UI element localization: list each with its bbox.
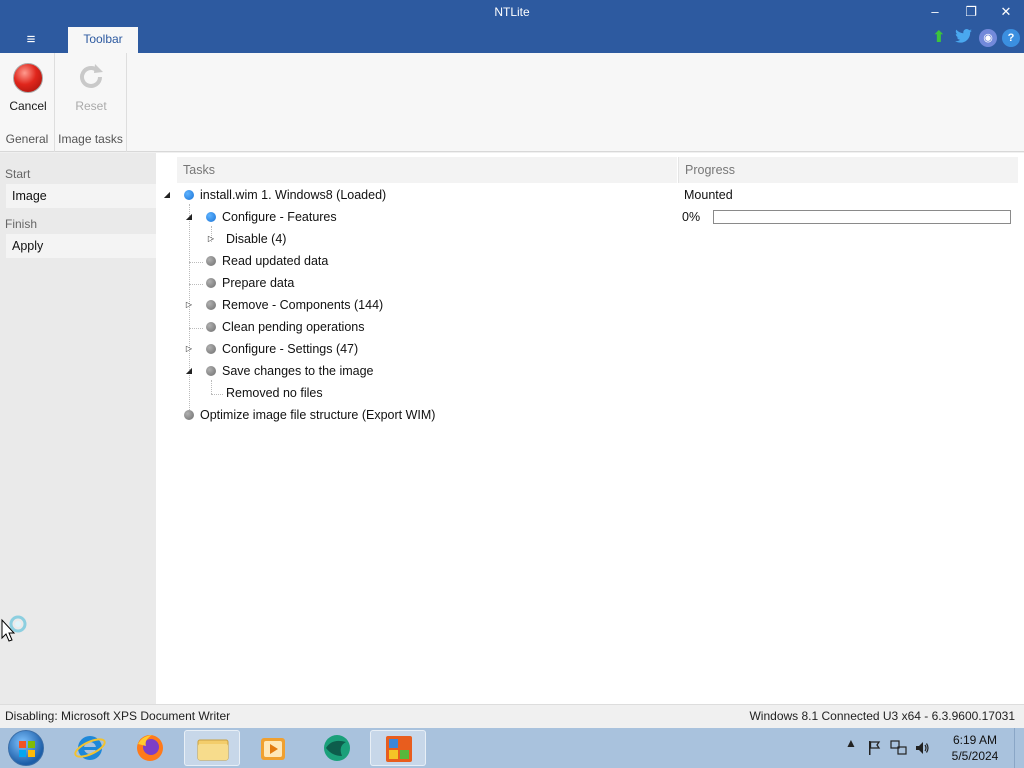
taskbar-ntlite[interactable] — [370, 730, 426, 766]
task-row[interactable]: ◢ Save changes to the image — [182, 360, 662, 382]
green-globe-icon — [324, 735, 350, 761]
task-label: Save changes to the image — [222, 364, 374, 378]
task-label: Prepare data — [222, 276, 295, 290]
group-label-general: General — [5, 132, 49, 146]
expand-icon[interactable]: ▷ — [184, 294, 194, 316]
clock-time: 6:19 AM — [952, 733, 998, 747]
twitter-bird-icon — [954, 29, 972, 43]
status-dot-pending-icon — [206, 256, 216, 266]
collapse-icon[interactable]: ◢ — [184, 206, 194, 228]
taskbar-app-green[interactable] — [308, 730, 364, 766]
twitter-icon[interactable] — [954, 29, 972, 47]
progress-bar — [713, 210, 1011, 224]
task-row[interactable]: ◢ install.wim 1. Windows8 (Loaded) — [160, 184, 660, 206]
restore-button[interactable]: ❐ — [956, 2, 986, 22]
ribbon-group-image-tasks: Reset Image tasks — [55, 53, 127, 152]
busy-cursor-icon — [1, 615, 27, 642]
task-progress-text: Mounted — [684, 188, 733, 202]
window-title: NTLite — [494, 5, 530, 19]
task-label: Disable (4) — [226, 232, 287, 246]
task-row[interactable]: ▷ Configure - Settings (47) — [182, 338, 662, 360]
expand-icon[interactable]: ▷ — [184, 338, 194, 360]
show-desktop-button[interactable] — [1014, 728, 1024, 768]
taskbar-file-explorer[interactable] — [184, 730, 240, 766]
cancel-button[interactable]: Cancel — [4, 61, 52, 113]
media-player-icon — [261, 738, 285, 760]
column-header-progress[interactable]: Progress — [678, 157, 1018, 183]
task-label: Remove - Components (144) — [222, 298, 384, 312]
tab-toolbar[interactable]: Toolbar — [68, 27, 138, 53]
taskbar-firefox[interactable] — [122, 730, 178, 766]
start-button[interactable] — [8, 730, 44, 766]
status-text: Disabling: Microsoft XPS Document Writer — [5, 709, 231, 723]
status-dot-active-icon — [206, 212, 216, 222]
show-hidden-icons[interactable]: ▲ — [845, 736, 857, 750]
task-label: install.wim 1. Windows8 (Loaded) — [200, 188, 387, 202]
reset-label: Reset — [75, 99, 107, 113]
status-dot-pending-icon — [184, 410, 194, 420]
status-dot-pending-icon — [206, 300, 216, 310]
task-progress-percent: 0% — [682, 210, 701, 224]
ntlite-app-icon — [386, 736, 412, 762]
refresh-icon — [80, 64, 103, 88]
task-row[interactable]: Prepare data — [182, 272, 662, 294]
task-row[interactable]: ▷ Disable (4) — [204, 228, 664, 250]
task-row[interactable]: Optimize image file structure (Export WI… — [160, 404, 660, 426]
ribbon: Cancel General Reset Image tasks — [0, 53, 1024, 152]
task-label: Configure - Settings (47) — [222, 342, 359, 356]
reset-button[interactable]: Reset — [67, 61, 115, 113]
status-dot-active-icon — [184, 190, 194, 200]
volume-icon[interactable] — [914, 740, 930, 756]
status-os-info: Windows 8.1 Connected U3 x64 - 6.3.9600.… — [749, 709, 1015, 723]
close-button[interactable]: ✕ — [991, 2, 1021, 22]
sidebar-item-apply[interactable]: Apply — [6, 234, 156, 258]
sidebar-heading-start: Start — [5, 167, 31, 181]
update-arrow-icon[interactable]: ⬆ — [930, 29, 948, 47]
task-row[interactable]: Clean pending operations — [182, 316, 662, 338]
action-center-flag-icon[interactable] — [866, 740, 882, 756]
collapse-icon[interactable]: ◢ — [162, 184, 172, 206]
minimize-button[interactable]: – — [920, 2, 950, 22]
collapse-icon[interactable]: ◢ — [184, 360, 194, 382]
task-label: Configure - Features — [222, 210, 337, 224]
sidebar-item-image[interactable]: Image — [6, 184, 156, 208]
cancel-label: Cancel — [9, 99, 47, 113]
task-label: Removed no files — [226, 386, 323, 400]
group-label-image-tasks: Image tasks — [58, 132, 123, 146]
column-header-tasks[interactable]: Tasks — [177, 157, 677, 183]
status-dot-pending-icon — [206, 278, 216, 288]
task-row[interactable]: ▷ Remove - Components (144) — [182, 294, 662, 316]
clock[interactable]: 6:19 AM 5/5/2024 — [945, 732, 1005, 764]
taskbar: ▲ 6:19 AM 5/5/2024 — [0, 728, 1024, 768]
clock-date: 5/5/2024 — [951, 749, 999, 763]
internet-explorer-icon — [74, 736, 106, 760]
task-label: Optimize image file structure (Export WI… — [200, 408, 436, 422]
status-dot-pending-icon — [206, 344, 216, 354]
ribbon-group-general: Cancel General — [0, 53, 55, 152]
firefox-icon — [137, 735, 163, 761]
task-row[interactable]: Removed no files — [204, 382, 664, 404]
windows-logo-icon — [19, 741, 35, 757]
stop-icon — [13, 63, 43, 93]
status-dot-pending-icon — [206, 366, 216, 376]
title-bar: NTLite – ❐ ✕ ≡ Toolbar ⬆ ◉ ? — [0, 0, 1024, 53]
taskbar-internet-explorer[interactable] — [62, 730, 118, 766]
task-label: Clean pending operations — [222, 320, 365, 334]
task-row[interactable]: ◢ Configure - Features — [182, 206, 662, 228]
status-dot-pending-icon — [206, 322, 216, 332]
status-bar: Disabling: Microsoft XPS Document Writer… — [0, 704, 1024, 728]
taskbar-media-player[interactable] — [245, 730, 301, 766]
network-icon[interactable] — [890, 740, 908, 756]
folder-icon — [197, 739, 229, 761]
sidebar-heading-finish: Finish — [5, 217, 38, 231]
expand-icon[interactable]: ▷ — [206, 228, 216, 250]
help-icon[interactable]: ? — [1002, 29, 1020, 47]
task-row[interactable]: Read updated data — [182, 250, 662, 272]
menu-icon[interactable]: ≡ — [18, 30, 44, 50]
discord-icon[interactable]: ◉ — [979, 29, 997, 47]
task-label: Read updated data — [222, 254, 329, 268]
